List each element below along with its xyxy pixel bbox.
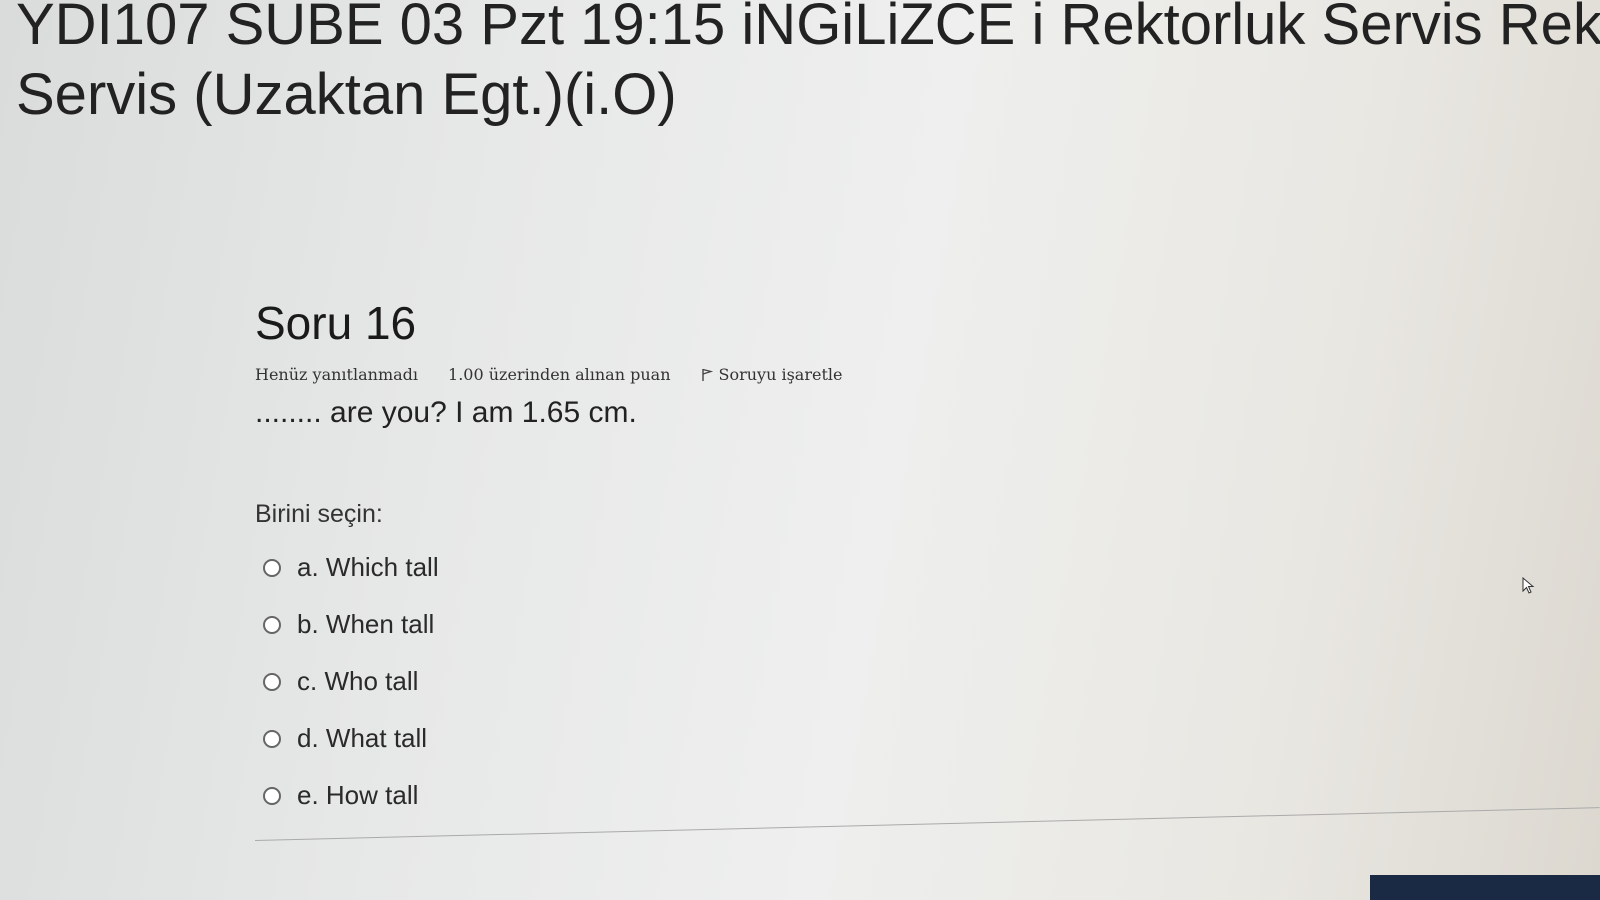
flag-question-label: Soruyu işaretle xyxy=(718,365,843,384)
radio-button[interactable] xyxy=(263,672,281,691)
flag-question-link[interactable]: Soruyu işaretle xyxy=(701,365,843,384)
flag-icon xyxy=(701,368,713,381)
answer-options: a. Which tall b. When tall c. Who tall d… xyxy=(255,539,1155,824)
choose-one-label: Birini seçin: xyxy=(255,500,383,528)
question-points: 1.00 üzerinden alınan puan xyxy=(448,365,671,384)
answer-option-label: a. Which tall xyxy=(297,552,439,582)
answer-option-label: e. How tall xyxy=(297,780,419,810)
question-title: Soru 16 xyxy=(255,297,417,349)
radio-button[interactable] xyxy=(263,729,281,748)
course-title: YDI107 SUBE 03 Pzt 19:15 iNGiLiZCE i Rek… xyxy=(16,0,1600,130)
radio-button[interactable] xyxy=(263,615,281,634)
question-info: Henüz yanıtlanmadı 1.00 üzerinden alınan… xyxy=(255,365,1155,384)
answer-option-b[interactable]: b. When tall xyxy=(255,596,1155,653)
question-block: Soru 16 Henüz yanıtlanmadı 1.00 üzerinde… xyxy=(255,295,1155,824)
answer-option-label: c. Who tall xyxy=(297,666,419,696)
mouse-pointer-icon xyxy=(1522,577,1535,594)
question-status: Henüz yanıtlanmadı xyxy=(255,365,419,384)
radio-button[interactable] xyxy=(263,558,281,577)
answer-option-d[interactable]: d. What tall xyxy=(255,710,1155,767)
answer-option-label: b. When tall xyxy=(297,609,435,639)
answer-option-c[interactable]: c. Who tall xyxy=(255,653,1155,710)
answer-option-label: d. What tall xyxy=(297,723,428,753)
question-text: ........ are you? I am 1.65 cm. xyxy=(255,396,637,429)
answer-option-a[interactable]: a. Which tall xyxy=(255,539,1155,596)
radio-button[interactable] xyxy=(263,786,281,805)
answer-option-e[interactable]: e. How tall xyxy=(255,767,1155,824)
course-title-line2: Servis (Uzaktan Egt.)(i.O) xyxy=(16,62,677,127)
taskbar-edge xyxy=(1370,875,1600,900)
course-title-line1: YDI107 SUBE 03 Pzt 19:15 iNGiLiZCE i Rek… xyxy=(16,0,1600,57)
